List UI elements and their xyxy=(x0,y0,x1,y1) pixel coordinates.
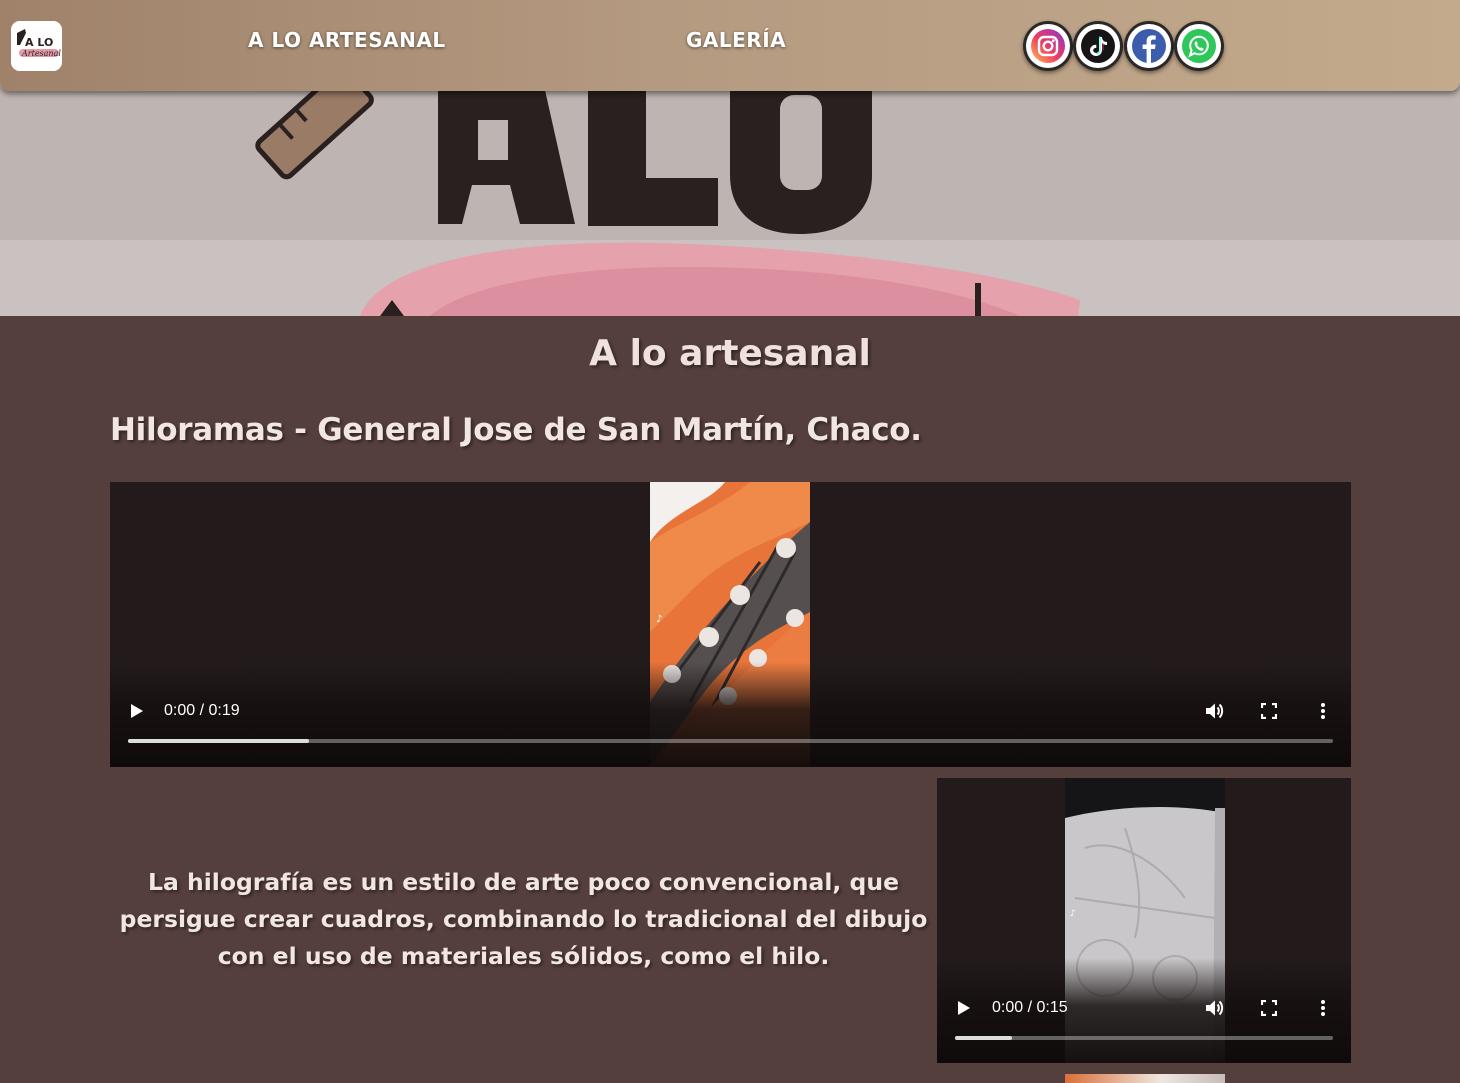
play-icon[interactable] xyxy=(949,993,979,1023)
more-options-icon[interactable] xyxy=(1308,696,1338,726)
video-progress-fill xyxy=(128,739,309,743)
svg-text:♪: ♪ xyxy=(1070,909,1076,919)
svg-text:Artesanal: Artesanal xyxy=(21,49,61,58)
fullscreen-icon[interactable] xyxy=(1254,993,1284,1023)
instagram-icon xyxy=(1026,24,1070,68)
video-time: 0:00 / 0:19 xyxy=(164,702,240,719)
video-progress-bar[interactable] xyxy=(128,739,1333,743)
whatsapp-icon xyxy=(1177,24,1221,68)
svg-text:♪: ♪ xyxy=(656,614,662,625)
description-paragraph: La hilografía es un estilo de arte poco … xyxy=(119,868,928,970)
logo-image: A LO Artesanal xyxy=(11,21,62,71)
volume-icon[interactable] xyxy=(1199,993,1229,1023)
facebook-icon xyxy=(1127,24,1171,68)
top-navbar: A LO Artesanal A LO ARTESANAL GALERÍA xyxy=(0,0,1460,91)
video-controls: 0:00 / 0:19 xyxy=(110,696,1351,726)
video-progress-bar[interactable] xyxy=(955,1036,1333,1040)
more-options-icon[interactable] xyxy=(1308,993,1338,1023)
video-player-2[interactable]: ♪ 0:00 / 0:15 xyxy=(937,778,1351,1063)
page-title: A lo artesanal xyxy=(589,333,871,374)
video-time: 0:00 / 0:15 xyxy=(992,999,1068,1016)
volume-icon[interactable] xyxy=(1199,696,1229,726)
page-subtitle: Hiloramas - General Jose de San Martín, … xyxy=(110,412,922,448)
nav-link-galeria[interactable]: GALERÍA xyxy=(686,28,786,52)
tiktok-button[interactable] xyxy=(1073,21,1123,71)
tiktok-icon xyxy=(1076,24,1120,68)
instagram-button[interactable] xyxy=(1023,21,1073,71)
play-icon[interactable] xyxy=(122,696,152,726)
video-player-1[interactable]: ♪ 0:00 / 0:19 xyxy=(110,482,1351,767)
svg-text:A LO: A LO xyxy=(25,36,53,49)
site-logo[interactable]: A LO Artesanal xyxy=(11,21,62,71)
video-controls: 0:00 / 0:15 xyxy=(937,993,1351,1023)
facebook-button[interactable] xyxy=(1124,21,1174,71)
video-player-3-partial[interactable] xyxy=(1065,1074,1225,1083)
video-progress-fill xyxy=(955,1036,1012,1040)
fullscreen-icon[interactable] xyxy=(1254,696,1284,726)
nav-link-a-lo-artesanal[interactable]: A LO ARTESANAL xyxy=(248,28,446,52)
whatsapp-button[interactable] xyxy=(1174,21,1224,71)
